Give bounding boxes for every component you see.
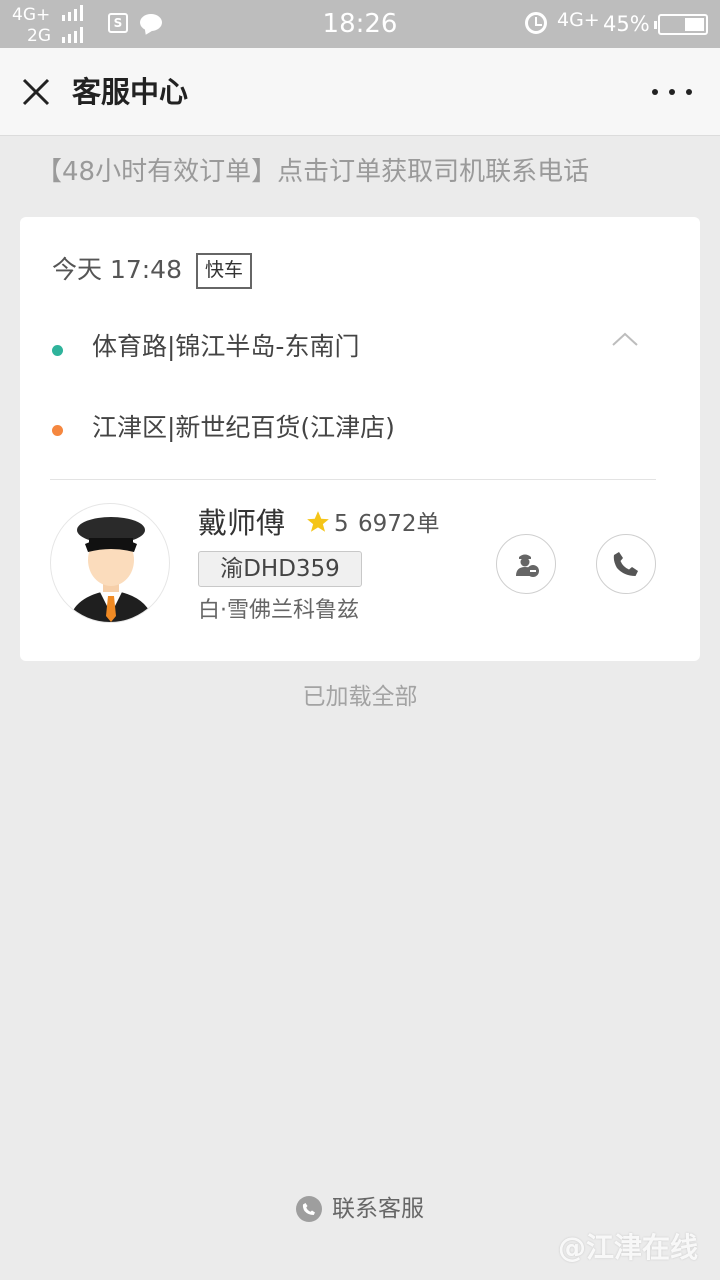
phone-icon: [613, 552, 638, 576]
phone-small-icon: [296, 1196, 322, 1222]
close-button[interactable]: [18, 74, 54, 110]
divider: [50, 479, 656, 480]
license-plate: 渝DHD359: [198, 551, 362, 587]
contact-service-button[interactable]: 联系客服: [0, 1192, 720, 1226]
battery-fill: [685, 18, 704, 31]
driver-name: 戴师傅: [198, 506, 286, 540]
order-time: 今天 17:48: [52, 255, 182, 284]
driver-minus-icon: [516, 554, 539, 577]
title-bar: 客服中心: [0, 48, 720, 136]
end-dot-icon: [52, 425, 63, 436]
battery-icon: [654, 14, 708, 35]
car-model: 白·雪佛兰科鲁兹: [198, 598, 359, 623]
page-title: 客服中心: [72, 75, 189, 109]
contact-service-label: 联系客服: [332, 1196, 424, 1222]
car-type-tag: 快车: [196, 253, 253, 289]
watermark: @江津在线: [557, 1231, 698, 1264]
driver-block-button[interactable]: [496, 534, 556, 594]
notice-text: 【48小时有效订单】点击订单获取司机联系电话: [36, 157, 590, 187]
driver-order-count: 6972单: [358, 511, 440, 537]
call-driver-button[interactable]: [596, 534, 656, 594]
close-icon: [22, 78, 50, 106]
start-address: 体育路|锦江半岛-东南门: [92, 332, 360, 361]
driver-rating: 5: [334, 511, 349, 537]
loaded-all-text: 已加载全部: [302, 684, 418, 710]
network-type-right: 4G+: [557, 9, 600, 31]
chevron-up-icon[interactable]: [610, 329, 640, 349]
driver-avatar: [50, 503, 170, 623]
more-button[interactable]: [652, 82, 692, 102]
battery-percent: 45%: [603, 12, 650, 36]
alarm-icon: [525, 12, 547, 34]
order-card[interactable]: 今天 17:48 快车 体育路|锦江半岛-东南门 江津区|新世纪百货(江津店) …: [20, 217, 700, 661]
end-address: 江津区|新世纪百货(江津店): [92, 413, 395, 442]
more-icon: [652, 89, 658, 95]
star-icon: [307, 511, 329, 532]
start-dot-icon: [52, 345, 63, 356]
status-bar: 4G+ 2G S 18:26 4G+ 45%: [0, 0, 720, 48]
